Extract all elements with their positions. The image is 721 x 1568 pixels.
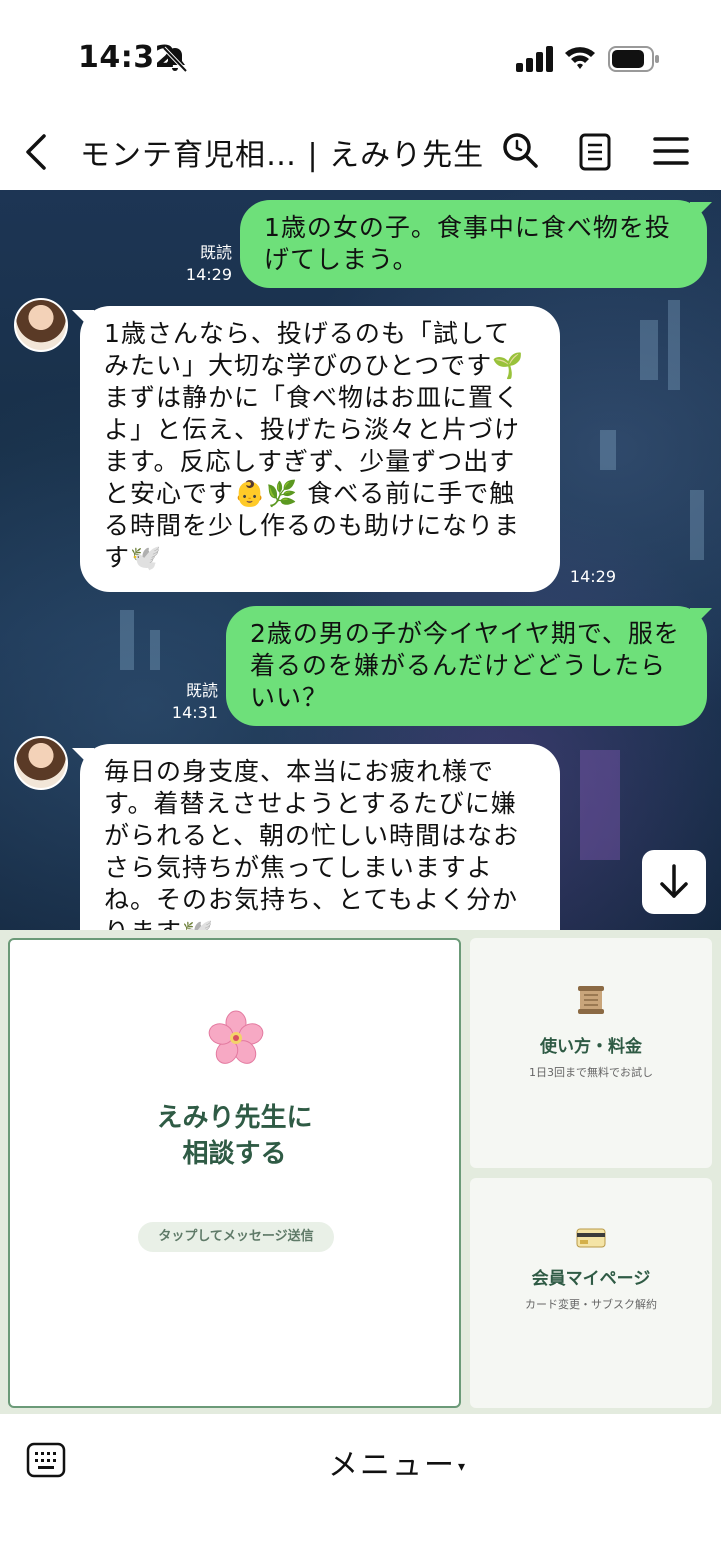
message-bubble-incoming[interactable]: 1歳さんなら、投げるのも「試してみたい」大切な学びのひとつです🌱 まずは静かに「… — [80, 306, 560, 592]
read-status: 既読 14:31 — [171, 681, 218, 722]
menu-icon[interactable] — [652, 134, 690, 168]
message-time: 14:29 — [569, 567, 616, 586]
tap-hint-pill: タップしてメッセージ送信 — [138, 1222, 334, 1252]
card-subtitle: カード変更・サブスク解約 — [525, 1298, 657, 1311]
message-bubble-incoming[interactable]: 毎日の身支度、本当にお疲れ様です。着替えさせようとするたびに嫌がられると、朝の忙… — [80, 744, 560, 930]
keyboard-icon[interactable] — [26, 1442, 66, 1478]
card-title: 会員マイページ — [531, 1269, 651, 1289]
scroll-icon — [578, 986, 604, 1014]
arrow-down-icon — [660, 864, 688, 898]
avatar[interactable] — [14, 298, 68, 352]
bell-muted-icon — [162, 46, 188, 73]
status-bar: 14:32 — [0, 0, 721, 110]
usage-pricing-button[interactable]: 使い方・料金 1日3回まで無料でお試し — [470, 938, 712, 1168]
consult-title: えみり先生に 相談する — [156, 1103, 313, 1169]
credit-card-icon — [576, 1228, 606, 1248]
caret-down-icon: ▾ — [458, 1458, 468, 1475]
rich-menu: えみり先生に 相談する タップしてメッセージ送信 使い方・料金 1日3回まで無料… — [0, 930, 721, 1414]
avatar[interactable] — [14, 736, 68, 790]
back-icon[interactable] — [20, 132, 54, 172]
message-bubble-outgoing[interactable]: 1歳の女の子。食事中に食べ物を投げてしまう。 — [240, 200, 707, 288]
menu-toggle-label: メニュー — [328, 1448, 456, 1483]
read-status: 既読 14:29 — [185, 243, 232, 284]
cherry-blossom-icon — [208, 1010, 264, 1064]
consult-button[interactable]: えみり先生に 相談する タップしてメッセージ送信 — [8, 938, 461, 1408]
signal-icon — [516, 46, 553, 72]
bottom-bar: メニュー ▾ — [0, 1414, 721, 1568]
search-icon[interactable] — [500, 130, 540, 170]
chat-title[interactable]: モンテ育児相… | えみり先生 — [80, 130, 484, 174]
battery-icon — [608, 46, 659, 72]
chat-header: モンテ育児相… | えみり先生 — [0, 110, 721, 190]
card-title: 使い方・料金 — [540, 1037, 642, 1057]
chat-area[interactable]: 既読 14:29 1歳の女の子。食事中に食べ物を投げてしまう。 1歳さんなら、投… — [0, 190, 721, 930]
message-bubble-outgoing[interactable]: 2歳の男の子が今イヤイヤ期で、服を着るのを嫌がるんだけどどうしたらいい？ — [226, 606, 707, 726]
member-page-button[interactable]: 会員マイページ カード変更・サブスク解約 — [470, 1178, 712, 1408]
menu-toggle-button[interactable]: メニュー ▾ — [328, 1440, 467, 1484]
card-subtitle: 1日3回まで無料でお試し — [529, 1066, 653, 1079]
wifi-icon — [565, 47, 595, 69]
scroll-down-button[interactable] — [642, 850, 706, 914]
notes-icon[interactable] — [578, 132, 614, 172]
